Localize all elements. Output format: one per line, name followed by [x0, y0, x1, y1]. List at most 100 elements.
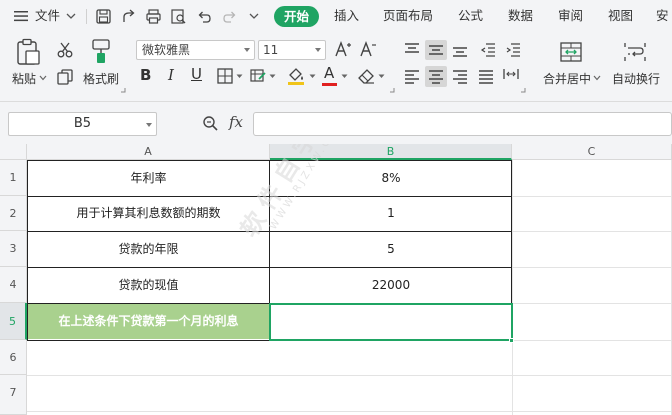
gridline [512, 160, 513, 415]
fill-color-icon[interactable] [286, 66, 306, 86]
align-right-icon[interactable] [452, 69, 468, 85]
alignment-group-launcher-icon[interactable] [520, 87, 526, 93]
hamburger-menu-icon[interactable] [13, 9, 29, 23]
underline-button[interactable]: U [191, 65, 202, 83]
cell-a5[interactable]: 在上述条件下贷款第一个月的利息 [28, 304, 269, 339]
row-header-6[interactable]: 6 [0, 340, 27, 375]
name-box-dropdown-icon[interactable] [146, 123, 152, 127]
format-painter-label[interactable]: 格式刷 [83, 70, 119, 87]
cell-a1[interactable]: 年利率 [27, 160, 270, 196]
row-header-7[interactable]: 7 [0, 375, 27, 415]
italic-button[interactable]: I [168, 66, 174, 84]
insert-function-button[interactable]: fx [229, 113, 243, 131]
align-top-icon[interactable] [404, 42, 420, 58]
justify-icon[interactable] [478, 69, 494, 85]
merge-dropdown-icon[interactable] [593, 75, 601, 81]
row-header-2[interactable]: 2 [0, 196, 27, 231]
column-header-b[interactable]: B [270, 144, 512, 160]
gridline [512, 267, 672, 268]
format-painter-icon[interactable] [90, 38, 112, 64]
name-box[interactable]: B5 [8, 112, 157, 136]
align-middle-icon[interactable] [428, 42, 444, 58]
tab-security[interactable]: 安 [656, 0, 669, 32]
cell-b3[interactable]: 5 [270, 231, 512, 267]
cut-icon[interactable] [56, 41, 74, 59]
increase-font-size-icon[interactable] [334, 40, 352, 58]
cell-style-dropdown-icon[interactable] [269, 74, 276, 79]
cell-b1[interactable]: 8% [270, 160, 512, 196]
share-icon[interactable] [120, 8, 137, 25]
gridline [512, 340, 672, 341]
chevron-down-icon[interactable] [66, 12, 76, 20]
bold-button[interactable]: B [140, 66, 151, 84]
borders-dropdown-icon[interactable] [236, 74, 243, 79]
distributed-align-icon[interactable] [502, 66, 520, 82]
tab-page-layout[interactable]: 页面布局 [383, 0, 433, 32]
tab-review[interactable]: 审阅 [558, 0, 583, 32]
font-size-value: 11 [263, 43, 279, 57]
ribbon-toolbar: 粘贴 格式刷 微软雅黑 11 B I U A 合并居中 自动换行 [0, 32, 672, 102]
clipboard-group-launcher-icon[interactable] [120, 87, 126, 93]
copy-icon[interactable] [56, 68, 74, 86]
align-bottom-icon[interactable] [452, 42, 468, 58]
print-icon[interactable] [145, 8, 162, 25]
wrap-text-label[interactable]: 自动换行 [612, 70, 660, 87]
menu-divider [86, 9, 87, 24]
tab-data[interactable]: 数据 [508, 0, 533, 32]
paste-button-label[interactable]: 粘贴 [12, 70, 36, 87]
borders-icon[interactable] [216, 67, 234, 85]
tab-view[interactable]: 视图 [608, 0, 633, 32]
zoom-search-icon[interactable] [202, 115, 219, 132]
increase-indent-icon[interactable] [505, 42, 521, 58]
gridline [512, 303, 672, 304]
undo-icon[interactable] [196, 8, 213, 25]
row-header-1[interactable]: 1 [0, 160, 27, 196]
tab-insert[interactable]: 插入 [334, 0, 359, 32]
fill-handle[interactable] [509, 338, 514, 343]
spreadsheet-grid: A B C 1 2 3 4 5 6 7 年利率 8% 用于计算其利息数额的期数 … [0, 144, 672, 415]
cell-a2[interactable]: 用于计算其利息数额的期数 [27, 196, 270, 231]
cell-b4[interactable]: 22000 [270, 267, 512, 303]
fill-color-dropdown-icon[interactable] [309, 74, 316, 79]
row-header-3[interactable]: 3 [0, 231, 27, 267]
cell-style-icon[interactable] [249, 67, 267, 85]
save-icon[interactable] [95, 8, 112, 25]
tab-home[interactable]: 开始 [274, 6, 319, 27]
font-color-bar [322, 83, 337, 86]
font-size-select[interactable]: 11 [258, 40, 326, 60]
cell-a4[interactable]: 贷款的现值 [27, 267, 270, 303]
select-all-corner[interactable] [0, 144, 27, 160]
column-header-a[interactable]: A [27, 144, 270, 160]
row-header-4[interactable]: 4 [0, 267, 27, 303]
paste-dropdown-icon[interactable] [39, 75, 47, 81]
tab-formulas[interactable]: 公式 [458, 0, 483, 32]
table-border [27, 160, 28, 340]
font-color-button[interactable]: A [324, 64, 334, 82]
formula-input[interactable] [253, 112, 672, 136]
name-box-value: B5 [73, 116, 92, 131]
paste-icon[interactable] [15, 38, 41, 66]
font-color-dropdown-icon[interactable] [341, 74, 348, 79]
merge-center-icon[interactable] [559, 40, 583, 64]
align-center-icon[interactable] [428, 69, 444, 85]
align-left-icon[interactable] [404, 69, 420, 85]
merge-center-label[interactable]: 合并居中 [543, 70, 591, 87]
decrease-indent-icon[interactable] [480, 42, 496, 58]
cell-a3[interactable]: 贷款的年限 [27, 231, 270, 267]
row-header-5[interactable]: 5 [0, 303, 27, 340]
quick-access-dropdown-icon[interactable] [249, 12, 259, 20]
wrap-text-icon[interactable] [623, 40, 647, 64]
font-name-select[interactable]: 微软雅黑 [136, 40, 255, 60]
font-group-launcher-icon[interactable] [389, 87, 395, 93]
font-size-dropdown-icon[interactable] [315, 48, 321, 52]
column-header-c[interactable]: C [512, 144, 672, 160]
cell-b2[interactable]: 1 [270, 196, 512, 231]
file-menu[interactable]: 文件 [35, 0, 60, 32]
decrease-font-size-icon[interactable] [359, 40, 377, 58]
print-preview-icon[interactable] [170, 8, 187, 25]
font-name-dropdown-icon[interactable] [244, 48, 250, 52]
clear-format-icon[interactable] [357, 67, 376, 85]
gridline [27, 411, 672, 412]
redo-icon[interactable] [221, 8, 238, 25]
clear-format-dropdown-icon[interactable] [378, 74, 385, 79]
